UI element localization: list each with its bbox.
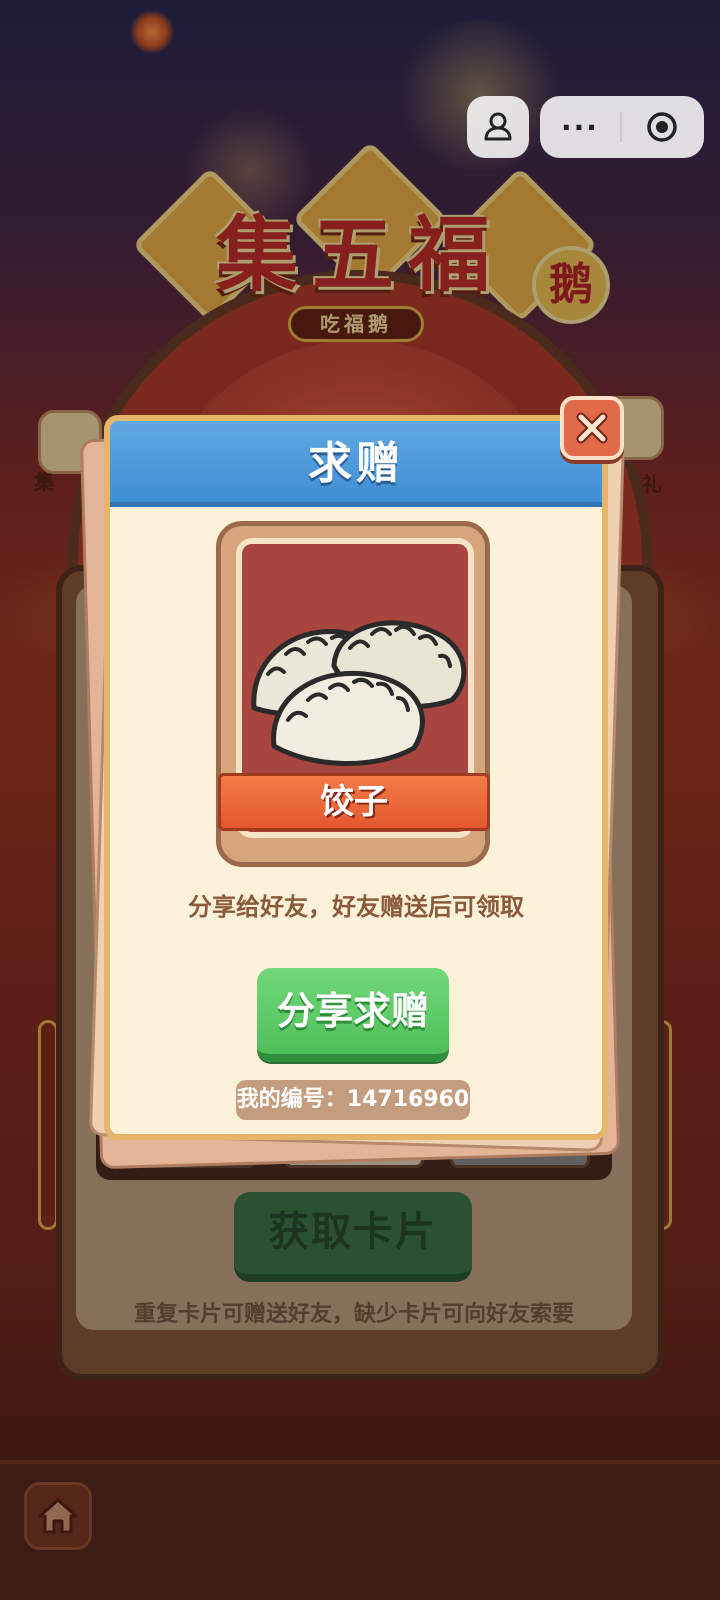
card-name-ribbon: 饺子 (218, 773, 490, 831)
modal-title: 求赠 (110, 421, 602, 507)
exit-button[interactable] (622, 96, 702, 158)
account-button[interactable] (467, 96, 529, 158)
more-button[interactable]: ··· (540, 96, 620, 158)
share-request-button[interactable]: 分享求赠 (257, 968, 449, 1062)
capsule-menu: ··· (540, 96, 704, 158)
dumpling-icon (251, 620, 467, 767)
close-icon (576, 412, 608, 444)
close-button[interactable] (560, 396, 624, 460)
share-description: 分享给好友，好友赠送后可领取 (188, 893, 524, 921)
my-id-badge: 我的编号：14716960 (236, 1080, 470, 1120)
target-icon (647, 112, 677, 142)
person-icon (484, 112, 512, 141)
more-icon: ··· (561, 110, 599, 144)
